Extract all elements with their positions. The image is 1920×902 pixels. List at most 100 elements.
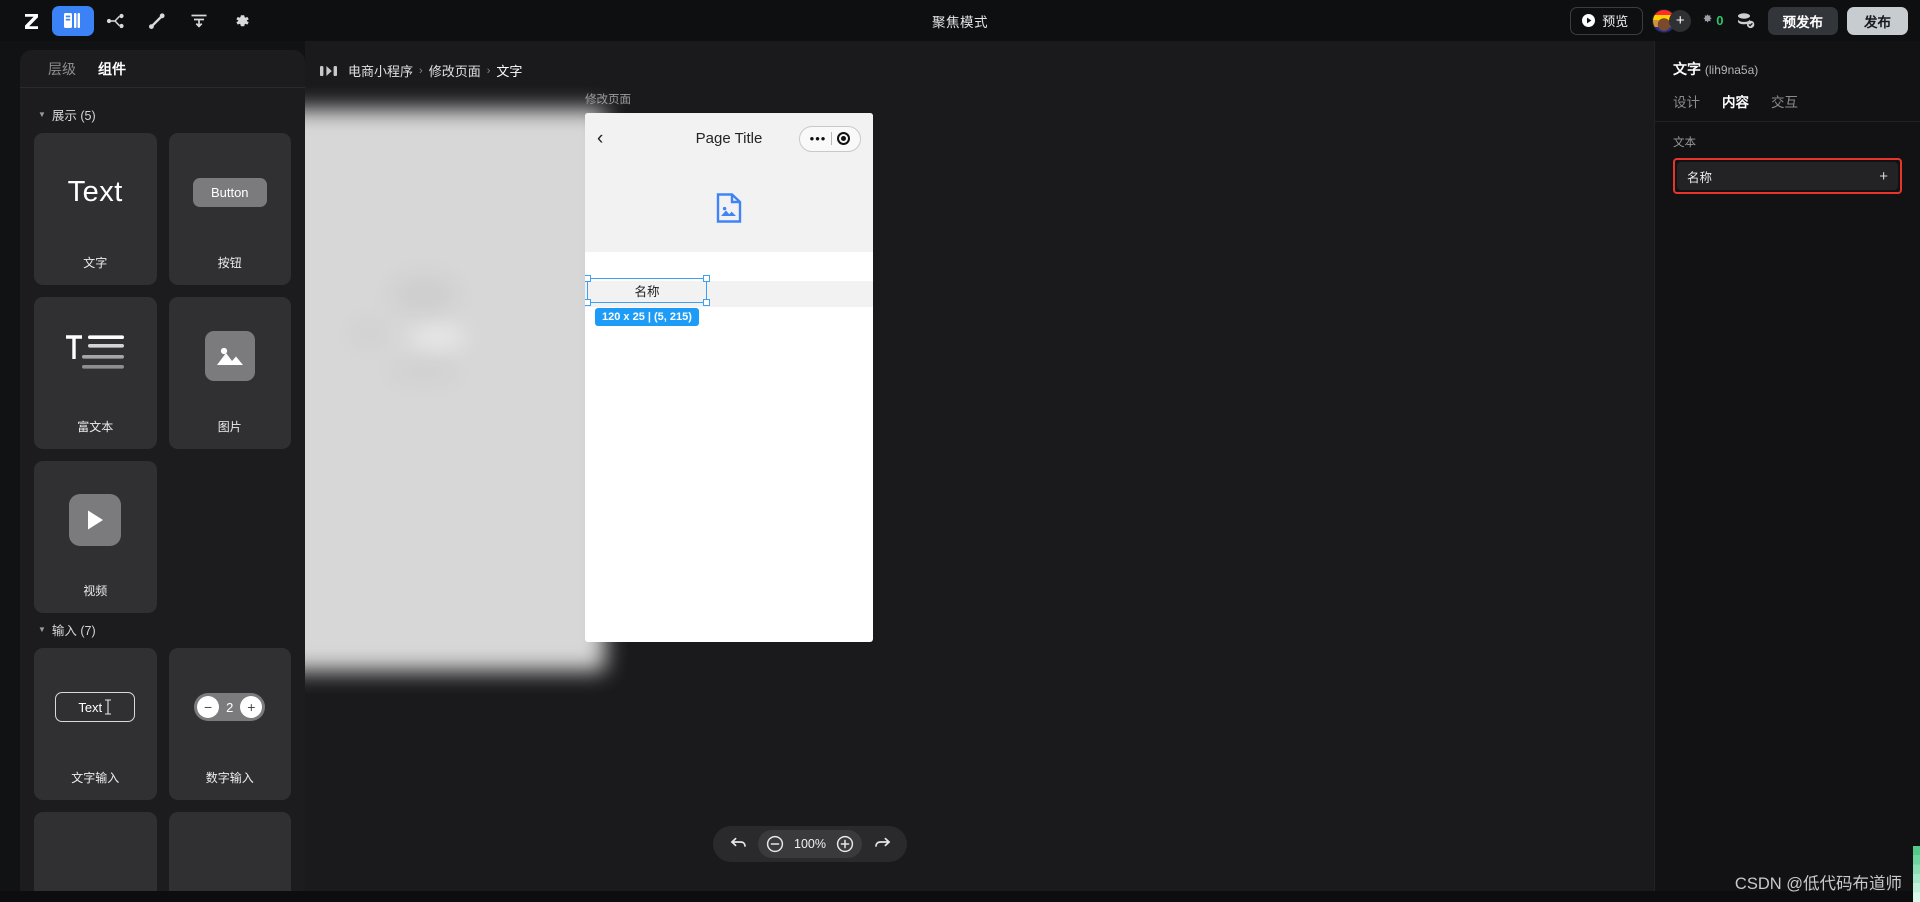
stepper-value: 2 [226,699,234,715]
flow-icon[interactable] [94,6,136,36]
more-dots-icon: ••• [809,131,827,146]
play-circle-icon [1582,14,1596,27]
phone-navbar: ‹ Page Title ••• [585,113,873,164]
right-panel-header: 文字 (lih9na5a) [1655,41,1920,79]
resize-handle-bottom-right[interactable] [703,299,710,306]
text-value[interactable]: 名称 [1687,167,1879,186]
component-card-richtext[interactable]: 富文本 [34,297,157,449]
plugin-icon[interactable] [136,6,178,36]
text-input-preview: Text [34,648,157,766]
component-grid-input: Text 文字输入 − 2 + 数字输入 [34,648,291,892]
redo-button[interactable] [869,831,895,857]
background-page-blurred[interactable] [305,109,605,671]
zoom-toolbar: 100% [713,826,907,862]
tab-layers[interactable]: 层级 [48,59,76,79]
richtext-icon [64,333,126,379]
focus-mode-label[interactable]: 聚焦模式 [932,11,988,31]
resize-handle-top-right[interactable] [703,275,710,282]
image-file-icon [716,193,742,223]
page-preview: 修改页面 ‹ Page Title ••• 名称 120 x 25 | (5, … [585,91,873,642]
logo-z-icon[interactable] [10,6,52,36]
resize-handle-bottom-left[interactable] [585,299,591,306]
component-label: 文字输入 [71,771,120,785]
component-card-number-input[interactable]: − 2 + 数字输入 [168,648,292,800]
component-card-video[interactable]: 视频 [34,461,157,613]
grid-spacer [169,461,292,613]
color-strip [1913,846,1920,902]
miniprogram-capsule[interactable]: ••• [799,125,861,152]
top-toolbar: 聚焦模式 预览 + 0 预发布 发布 [0,0,1920,41]
play-icon [69,494,122,546]
text-sample-label: Text [67,175,123,208]
phone-frame[interactable]: ‹ Page Title ••• 名称 120 x 25 | (5, 215) [585,113,873,642]
add-member-button[interactable]: + [1669,9,1692,32]
text-input-sample-label: Text [78,699,103,715]
stepper-icon: − 2 + [194,693,266,721]
breadcrumb-item-current[interactable]: 文字 [496,61,522,80]
breadcrumb-item-page[interactable]: 修改页面 [429,61,481,80]
breadcrumb-separator: › [419,64,423,77]
coin-icon [1700,13,1715,28]
tab-interaction[interactable]: 交互 [1771,91,1798,111]
bottom-edge [0,891,1920,902]
publish-button[interactable]: 发布 [1847,6,1908,35]
group-header-display[interactable]: ▼ 展示 (5) [34,98,291,133]
component-label: 文字 [83,256,108,270]
component-card-text-input[interactable]: Text 文字输入 [34,648,157,800]
text-property-label: 文本 [1673,137,1696,149]
component-card-image[interactable]: 图片 [168,297,292,449]
number-input-preview: − 2 + [169,648,292,766]
prepublish-button[interactable]: 预发布 [1767,6,1838,35]
selection-size-badge: 120 x 25 | (5, 215) [595,308,699,326]
component-label: 富文本 [77,420,114,434]
chevron-down-icon: ▼ [38,110,46,119]
top-toolbar-left-icons [0,5,262,36]
component-library: ▼ 展示 (5) Text 文字 Button 按钮 富文本 图片 视频 ▼ 输… [20,88,305,892]
canvas-area[interactable]: 电商小程序 › 修改页面 › 文字 修改页面 ‹ Page Title ••• [305,41,1654,902]
button-preview: Button [169,133,292,251]
tab-components[interactable]: 组件 [98,59,126,79]
breadcrumb: 电商小程序 › 修改页面 › 文字 [320,61,522,80]
breadcrumb-separator: › [486,64,491,77]
right-panel: 文字 (lih9na5a) 设计 内容 交互 文本 名称 + [1654,41,1920,902]
text-property-section: 文本 名称 + [1655,122,1920,194]
data-icon[interactable] [178,6,220,36]
selected-element-text: 名称 [634,285,660,299]
stepper-minus-icon: − [197,696,220,718]
group-header-input[interactable]: ▼ 输入 (7) [34,613,291,648]
stepper-plus-icon: + [240,696,263,718]
capsule-divider [831,132,833,145]
saved-status-icon[interactable] [1733,8,1759,34]
target-circle-icon [837,132,851,145]
component-type-label: 文字 [1673,61,1701,77]
component-id: (lih9na5a) [1704,63,1759,77]
add-binding-icon[interactable]: + [1879,169,1888,184]
zoom-in-button[interactable] [832,831,858,857]
settings-gear-icon[interactable] [220,6,262,36]
zoom-stepper: 100% [758,830,862,858]
tab-design[interactable]: 设计 [1673,91,1700,111]
undo-button[interactable] [725,831,751,857]
group-title: 展示 (5) [51,109,96,123]
component-card-placeholder[interactable] [34,812,157,892]
component-card-placeholder[interactable] [168,812,291,892]
tab-content[interactable]: 内容 [1722,91,1749,111]
preview-button[interactable]: 预览 [1570,6,1644,35]
video-preview [34,461,157,579]
component-card-text[interactable]: Text 文字 [34,133,157,285]
resize-handle-top-left[interactable] [585,275,591,282]
text-value-field[interactable]: 名称 + [1677,162,1898,190]
app-root: 聚焦模式 预览 + 0 预发布 发布 层级 组件 ▼ 展示 (5) Text 文… [0,0,1920,902]
hero-image-placeholder[interactable] [585,164,873,252]
pages-icon[interactable] [52,5,94,36]
credits-badge[interactable]: 0 [1700,13,1724,28]
breadcrumb-item-app[interactable]: 电商小程序 [348,61,413,80]
chevron-down-icon: ▼ [38,625,46,634]
zoom-out-button[interactable] [762,831,788,857]
top-toolbar-right: 预览 + 0 预发布 发布 [1570,0,1908,41]
selected-element-box[interactable]: 名称 [585,275,710,306]
component-label: 视频 [83,584,108,598]
button-sample-label: Button [192,177,267,207]
component-card-button[interactable]: Button 按钮 [168,133,292,285]
image-preview [169,297,292,415]
